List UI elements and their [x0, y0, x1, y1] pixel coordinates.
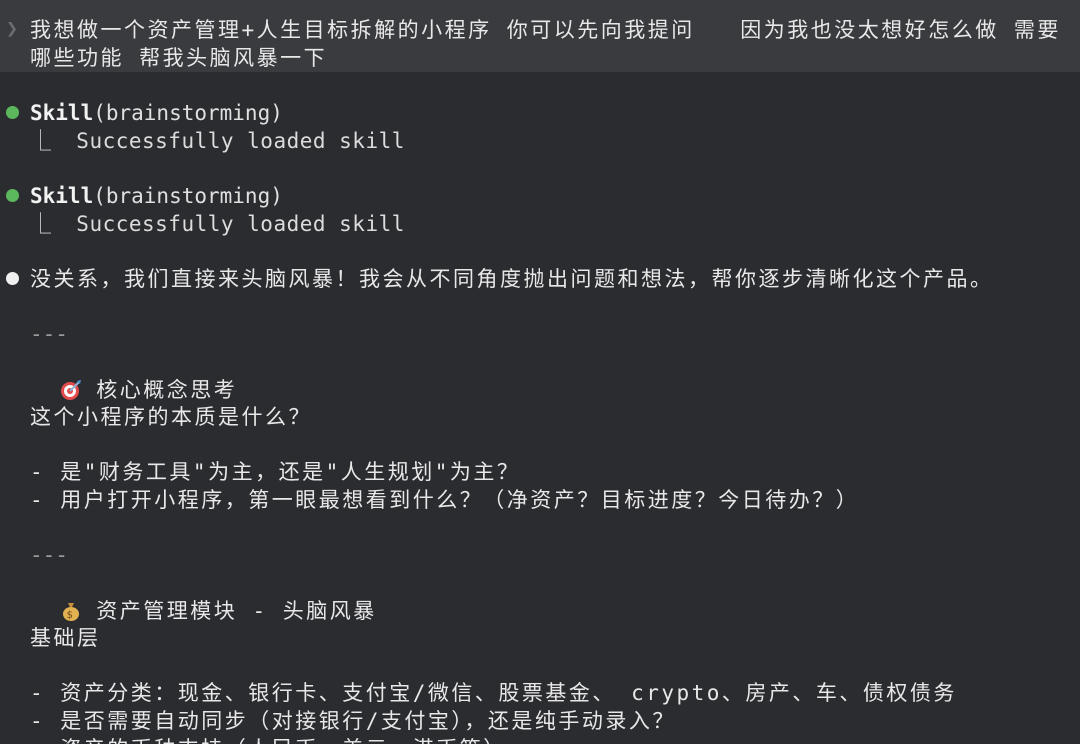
section-heading: 核心概念思考 — [30, 348, 237, 404]
section-heading-text: 资产管理模块 - 头脑风暴 — [96, 599, 377, 623]
list-item: - 用户打开小程序，第一眼最想看到什么？（净资产？目标进度？今日待办？） — [30, 488, 860, 512]
subsection-heading: 基础层 — [30, 626, 101, 650]
divider-rule: --- — [30, 543, 68, 567]
assistant-intro: 没关系，我们直接来头脑风暴！我会从不同角度抛出问题和想法，帮你逐步清晰化这个产品… — [30, 267, 994, 291]
target-icon — [61, 380, 82, 400]
tool-name: Skill — [30, 184, 94, 208]
section-heading-text: 核心概念思考 — [96, 378, 238, 402]
tool-name: Skill — [30, 101, 94, 125]
divider-rule: --- — [30, 322, 68, 346]
tool-status-dot — [6, 106, 19, 119]
tool-result: ⎿ Successfully loaded skill — [30, 210, 405, 238]
user-prompt-block: ❯ 我想做一个资产管理+人生目标拆解的小程序 你可以先向我提问 因为我也没太想好… — [0, 0, 1080, 72]
money-bag-icon: $ — [63, 603, 80, 621]
tool-args: (brainstorming) — [93, 184, 283, 208]
assistant-message-dot — [6, 272, 19, 285]
list-item: - 是否需要自动同步（对接银行/支付宝），还是纯手动录入？ — [30, 709, 676, 733]
tool-result-text: Successfully loaded skill — [76, 129, 405, 153]
user-prompt-text: 我想做一个资产管理+人生目标拆解的小程序 你可以先向我提问 因为我也没太想好怎么… — [30, 18, 1061, 70]
tool-result-text: Successfully loaded skill — [76, 212, 405, 236]
tool-result: ⎿ Successfully loaded skill — [30, 127, 405, 155]
prompt-caret-icon: ❯ — [6, 16, 19, 40]
tool-call-header: Skill(brainstorming) — [30, 99, 283, 127]
list-item: - 资产的币种支持（人民币、美元、港币等） — [30, 735, 507, 744]
tool-status-dot — [6, 189, 19, 202]
list-item: - 资产分类：现金、银行卡、支付宝/微信、股票基金、 crypto、房产、车、债… — [30, 681, 957, 705]
svg-text:$: $ — [67, 610, 76, 621]
branch-icon: ⎿ — [30, 129, 51, 153]
section-question: 这个小程序的本质是什么？ — [30, 405, 312, 429]
tool-call-header: Skill(brainstorming) — [30, 182, 283, 210]
list-item: - 是"财务工具"为主，还是"人生规划"为主？ — [30, 460, 521, 484]
section-heading: $ 资产管理模块 - 头脑风暴 — [30, 569, 377, 625]
branch-icon: ⎿ — [30, 212, 51, 236]
tool-args: (brainstorming) — [93, 101, 283, 125]
